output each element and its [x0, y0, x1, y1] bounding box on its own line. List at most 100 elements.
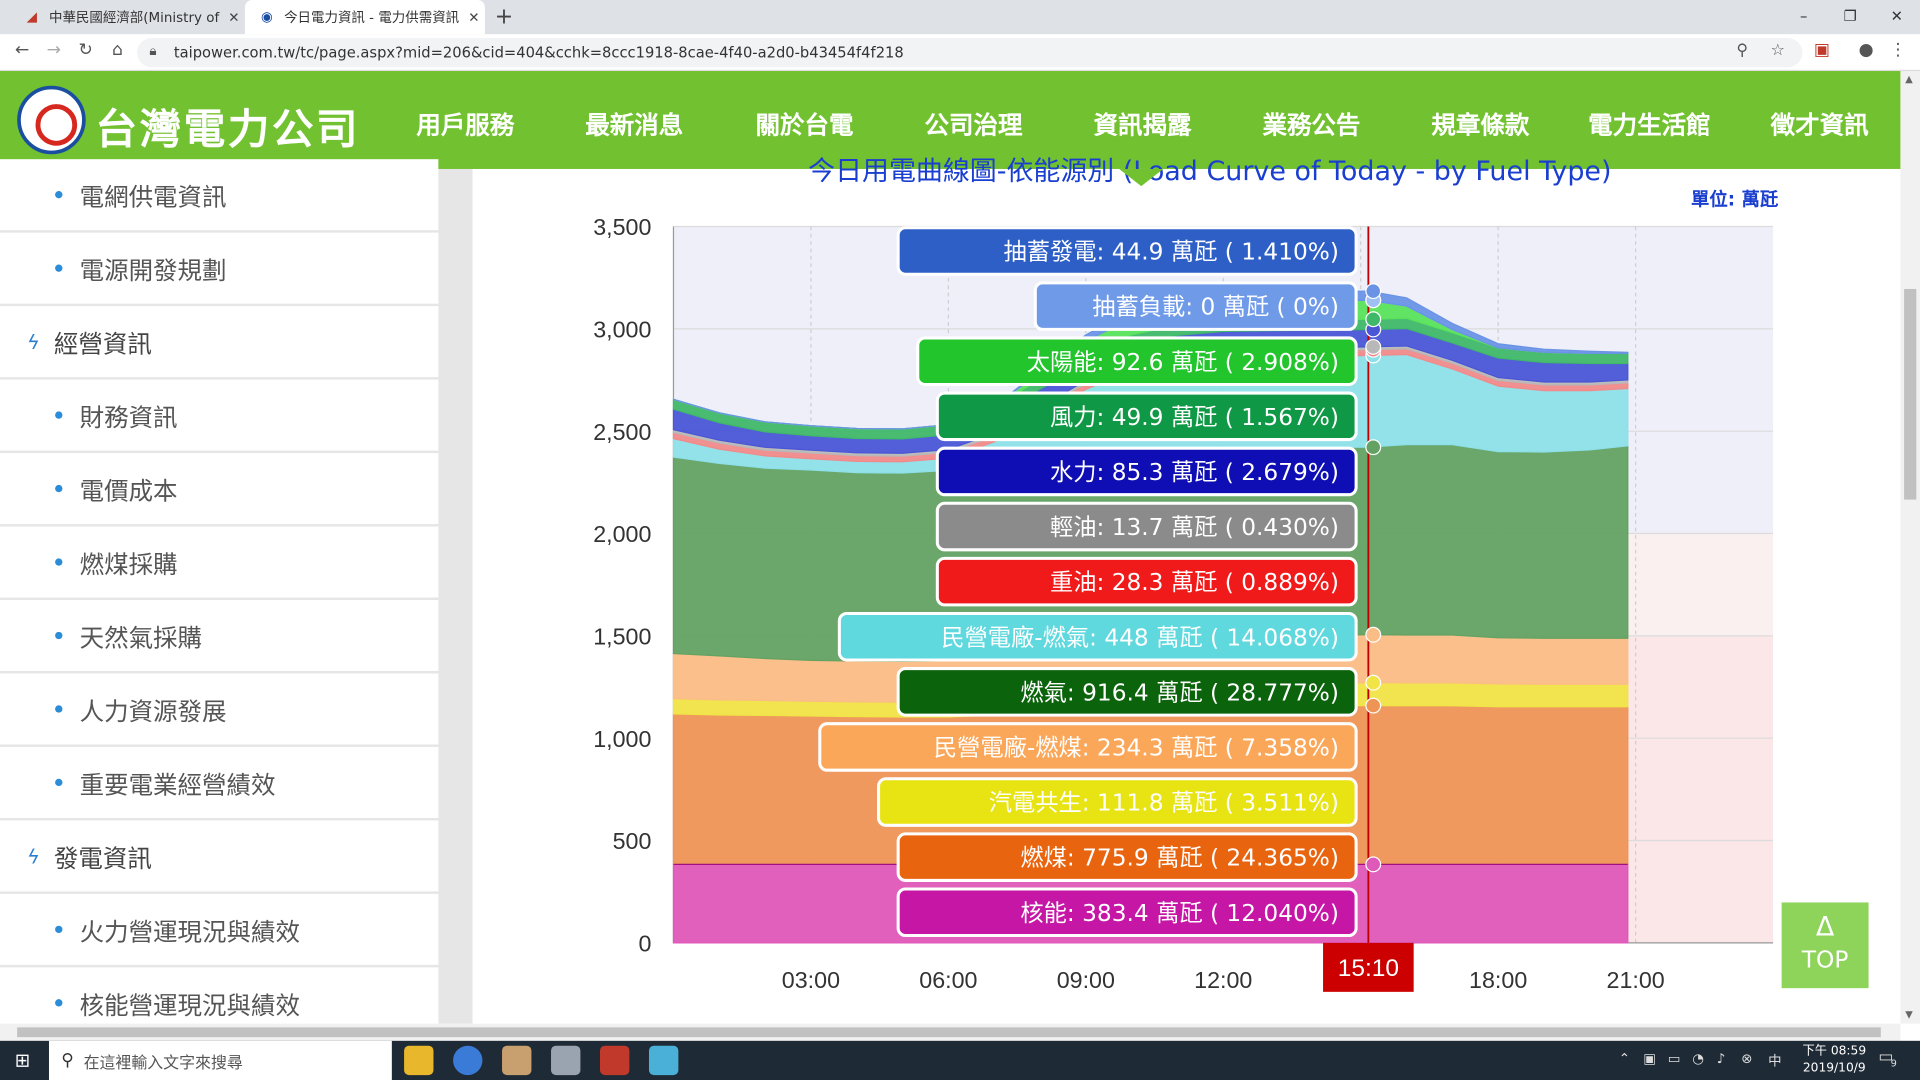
- x-tick-label: 12:00: [1194, 967, 1252, 993]
- tooltip-text: 抽蓄發電: 44.9 萬瓩 ( 1.410%): [1003, 239, 1338, 266]
- clock-time: 下午 08:59: [1802, 1044, 1867, 1058]
- sidebar-item-thermal[interactable]: 火力營運現況與績效: [0, 893, 439, 965]
- clock-date: 2019/10/9: [1802, 1061, 1866, 1076]
- bullet-icon: [55, 999, 63, 1007]
- scroll-up-icon[interactable]: ▲: [1905, 73, 1913, 84]
- horizontal-scrollbar[interactable]: [0, 1023, 1901, 1041]
- file-explorer-icon[interactable]: [404, 1045, 434, 1076]
- tray-expand-icon[interactable]: ⌃: [1619, 1051, 1630, 1067]
- tray-icon[interactable]: ▣: [1643, 1051, 1656, 1067]
- zoom-icon[interactable]: ⚲: [1736, 42, 1748, 60]
- home-icon[interactable]: ⌂: [105, 40, 129, 60]
- sidebar-item-tariff-cost[interactable]: 電價成本: [0, 453, 439, 525]
- new-tab-button[interactable]: +: [495, 4, 513, 30]
- scroll-down-icon[interactable]: ▼: [1905, 1009, 1913, 1020]
- address-bar[interactable]: 🔒︎ taipower.com.tw/tc/page.aspx?mid=206&…: [137, 37, 1803, 68]
- chart-title: 今日用電曲線圖-依能源別 (Load Curve of Today - by F…: [808, 156, 1612, 188]
- app-icon[interactable]: [551, 1045, 581, 1076]
- x-tick-label: 18:00: [1469, 967, 1527, 993]
- vertical-scrollbar[interactable]: ▲ ▼: [1900, 71, 1920, 1024]
- app-icon[interactable]: [600, 1045, 630, 1076]
- lock-icon: 🔒︎: [149, 42, 157, 59]
- back-to-top-button[interactable]: Δ TOP: [1781, 902, 1869, 989]
- tooltip-text: 燃氣: 916.4 萬瓩 ( 28.777%): [1020, 679, 1339, 706]
- sidebar-item-coal-procurement[interactable]: 燃煤採購: [0, 526, 439, 598]
- ime-icon[interactable]: 中: [1768, 1051, 1781, 1071]
- reload-icon[interactable]: ↻: [73, 40, 97, 60]
- nav-item-disclosure[interactable]: 資訊揭露: [1093, 105, 1191, 141]
- x-tick-label: 09:00: [1057, 967, 1115, 993]
- up-arrow-icon: Δ: [1815, 912, 1835, 943]
- bookmark-star-icon[interactable]: ☆: [1771, 42, 1785, 60]
- sidebar-item-grid-supply[interactable]: 電網供電資訊: [0, 159, 439, 231]
- search-icon: ⚲: [61, 1050, 74, 1071]
- tooltip-text: 民營電廠-燃煤: 234.3 萬瓩 ( 7.358%): [934, 735, 1339, 762]
- volume-icon[interactable]: ♪: [1717, 1051, 1726, 1067]
- nav-item-announcements[interactable]: 業務公告: [1262, 105, 1360, 141]
- browser-tab-strip: ◢ 中華民國經濟部(Ministry of Econ ✕ ◉ 今日電力資訊 - …: [0, 0, 1920, 35]
- sidebar-item-power-planning[interactable]: 電源開發規劃: [0, 232, 439, 304]
- taipower-favicon-icon: ◉: [261, 8, 273, 25]
- scroll-thumb[interactable]: [17, 1027, 1881, 1038]
- tooltip-text: 輕油: 13.7 萬瓩 ( 0.430%): [1050, 514, 1339, 541]
- close-tab-icon[interactable]: ✕: [463, 9, 485, 25]
- sidebar-item-hr[interactable]: 人力資源發展: [0, 673, 439, 745]
- browser-tab-moea[interactable]: ◢ 中華民國經濟部(Ministry of Econ ✕: [10, 0, 245, 34]
- x-tick-label: 06:00: [919, 967, 977, 993]
- extension-icon[interactable]: ▣: [1810, 40, 1834, 60]
- url-text[interactable]: taipower.com.tw/tc/page.aspx?mid=206&cid…: [174, 44, 904, 61]
- y-tick-label: 500: [613, 828, 652, 854]
- cursor-time-label: 15:10: [1338, 955, 1399, 982]
- windows-start-icon[interactable]: ⊞: [15, 1049, 30, 1071]
- sidebar-item-performance[interactable]: 重要電業經營績效: [0, 746, 439, 818]
- browser-menu-icon[interactable]: ⋮: [1886, 40, 1910, 60]
- back-arrow-icon[interactable]: ←: [10, 40, 34, 60]
- network-icon[interactable]: ◔: [1692, 1051, 1704, 1067]
- scroll-thumb[interactable]: [1904, 288, 1917, 500]
- top-label: TOP: [1801, 946, 1849, 974]
- nav-item-regulations[interactable]: 規章條款: [1431, 105, 1529, 141]
- tray-icon[interactable]: ⊗: [1741, 1051, 1752, 1067]
- profile-avatar-icon[interactable]: ●: [1854, 40, 1878, 60]
- lightning-icon: ϟ: [26, 330, 40, 354]
- bullet-icon: [55, 631, 63, 640]
- sidebar-item-gas-procurement[interactable]: 天然氣採購: [0, 600, 439, 672]
- nav-item-about[interactable]: 關於台電: [756, 105, 854, 141]
- bullet-icon: [55, 484, 63, 493]
- app-icon[interactable]: [502, 1045, 532, 1076]
- search-placeholder: 在這裡輸入文字來搜尋: [83, 1053, 243, 1073]
- sidebar-item-operations[interactable]: ϟ 經營資訊: [0, 306, 439, 378]
- tooltip-text: 核能: 383.4 萬瓩 ( 12.040%): [1020, 900, 1339, 927]
- taskbar-clock[interactable]: 下午 08:59 2019/10/9: [1800, 1043, 1869, 1077]
- sidebar-item-finance[interactable]: 財務資訊: [0, 379, 439, 451]
- chrome-icon[interactable]: [453, 1045, 483, 1076]
- nav-item-life-hall[interactable]: 電力生活館: [1588, 105, 1710, 141]
- nav-item-careers[interactable]: 徵才資訊: [1771, 105, 1869, 141]
- cursor-marker-抽蓄發電: [1365, 283, 1382, 300]
- cursor-marker-民營電廠-燃煤: [1365, 626, 1382, 643]
- tooltip-text: 抽蓄負載: 0 萬瓩 ( 0%): [1092, 294, 1339, 321]
- logo-text[interactable]: 台灣電力公司: [96, 96, 360, 156]
- forward-arrow-icon[interactable]: →: [42, 40, 66, 60]
- load-curve-chart[interactable]: 0 500 1,000 1,500 2,000 2,500 3,000 3,500 03:00 0…: [563, 202, 1787, 998]
- sidebar-item-generation[interactable]: ϟ 發電資訊: [0, 820, 439, 892]
- nav-item-governance[interactable]: 公司治理: [924, 105, 1022, 141]
- app-icon[interactable]: [648, 1045, 679, 1076]
- cursor-marker-核能: [1365, 856, 1382, 873]
- bullet-icon: [55, 191, 63, 199]
- taipower-logo-icon[interactable]: [17, 85, 86, 155]
- taskbar-search[interactable]: ⚲ 在這裡輸入文字來搜尋: [48, 1040, 392, 1080]
- tooltip-text: 風力: 49.9 萬瓩 ( 1.567%): [1050, 404, 1339, 431]
- bullet-icon: [55, 778, 63, 787]
- windows-taskbar: ⊞ ⚲ 在這裡輸入文字來搜尋 ⌃ ▣ ▭ ◔ ♪ ⊗ 中 下午 08:59 20…: [0, 1040, 1920, 1080]
- x-tick-label: 03:00: [782, 967, 840, 993]
- browser-tab-taipower[interactable]: ◉ 今日電力資訊 - 電力供需資訊 - 1 ✕: [244, 0, 485, 35]
- tooltip-text: 民營電廠-燃氣: 448 萬瓩 ( 14.068%): [941, 624, 1339, 651]
- close-tab-icon[interactable]: ✕: [223, 9, 245, 25]
- y-tick-label: 1,000: [593, 726, 651, 752]
- nav-item-latest-news[interactable]: 最新消息: [585, 105, 683, 141]
- battery-icon[interactable]: ▭: [1668, 1051, 1681, 1067]
- close-window-button[interactable]: ✕: [1869, 2, 1920, 29]
- bullet-icon: [55, 264, 63, 272]
- nav-item-user-services[interactable]: 用戶服務: [416, 105, 514, 141]
